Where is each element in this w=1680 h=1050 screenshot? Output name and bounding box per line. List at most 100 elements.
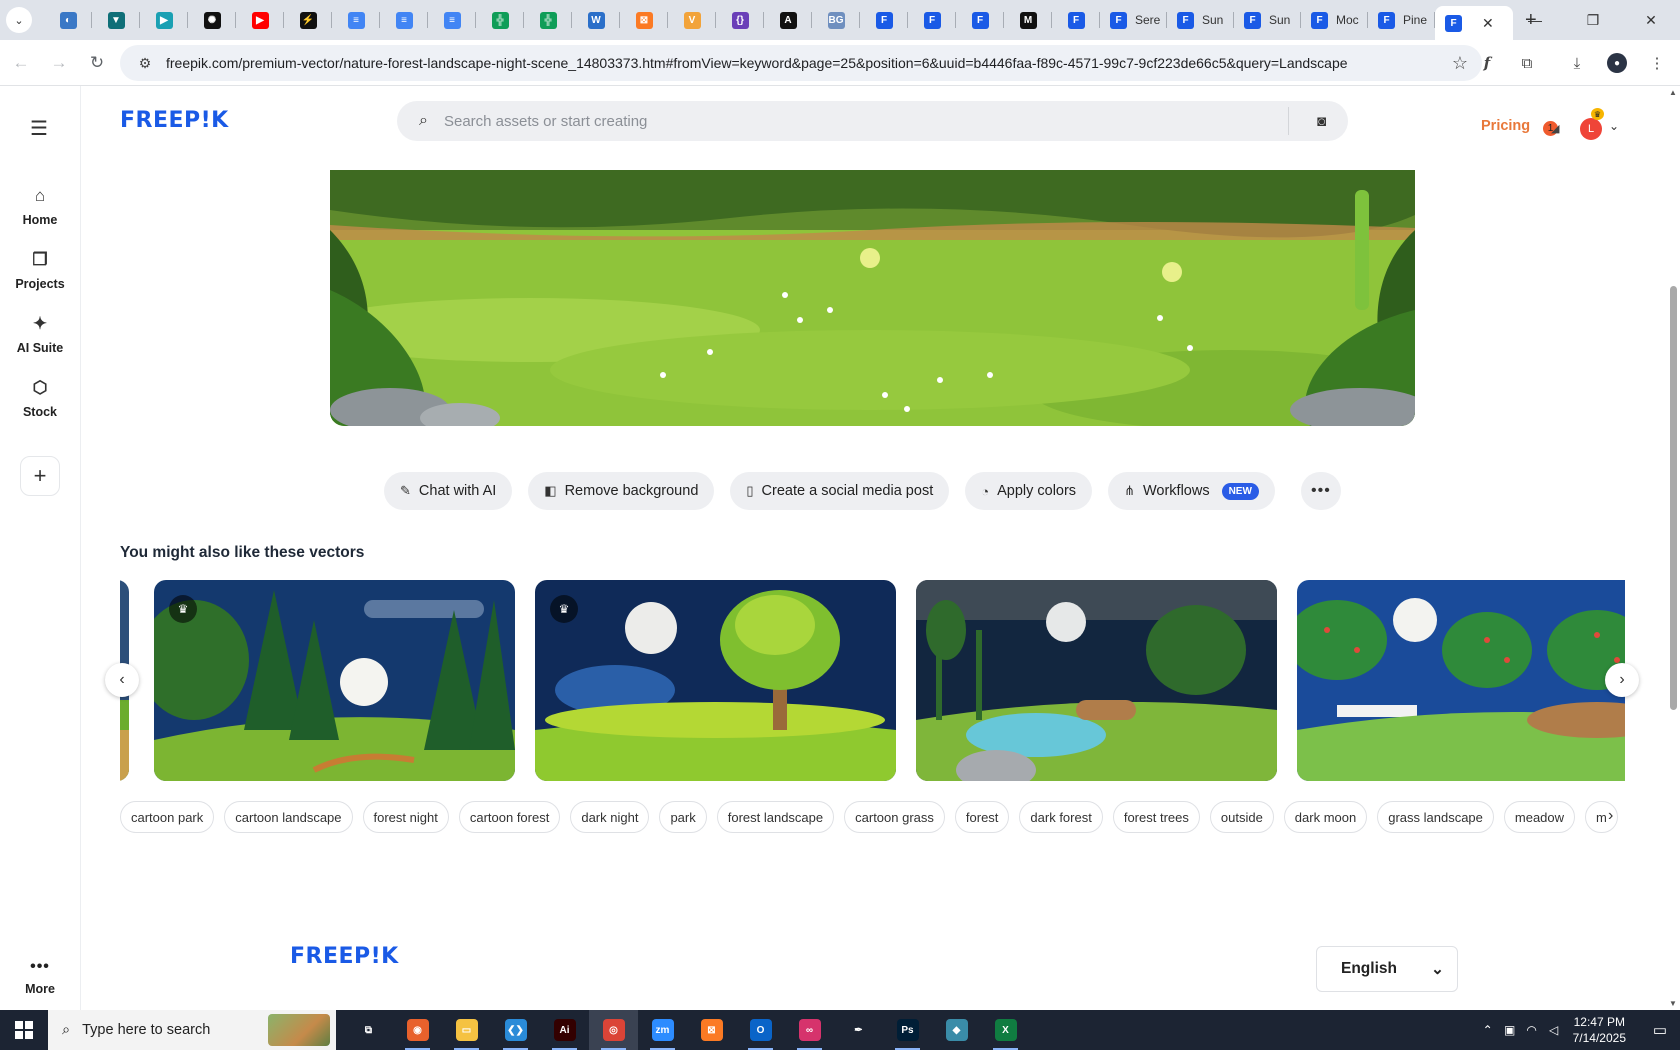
tag-chip[interactable]: grass landscape bbox=[1377, 801, 1494, 833]
pinned-tab[interactable]: M bbox=[1004, 0, 1052, 40]
taskbar-app[interactable]: X bbox=[981, 1010, 1030, 1050]
font-extension-icon[interactable]: f bbox=[1470, 46, 1504, 80]
hamburger-menu-icon[interactable]: ☰ bbox=[30, 116, 48, 141]
active-tab[interactable]: F ✕ bbox=[1435, 6, 1513, 40]
carousel-next-button[interactable]: › bbox=[1605, 663, 1639, 697]
notification-center-icon[interactable]: ▭ bbox=[1640, 1021, 1680, 1039]
browser-tab[interactable]: F Sere bbox=[1100, 0, 1167, 40]
wifi-icon[interactable]: ◠ bbox=[1521, 1023, 1543, 1037]
tab-search-button[interactable]: ⌄ bbox=[6, 7, 32, 33]
pinned-tab[interactable]: ▼ bbox=[92, 0, 140, 40]
apply-colors-button[interactable]: ◔ Apply colors bbox=[965, 472, 1093, 510]
pinned-tab[interactable]: ⊠ bbox=[620, 0, 668, 40]
taskbar-app[interactable]: ▭ bbox=[442, 1010, 491, 1050]
bookmark-star-icon[interactable]: ☆ bbox=[1452, 53, 1468, 74]
tag-chip[interactable]: dark forest bbox=[1019, 801, 1103, 833]
tag-chip[interactable]: outside bbox=[1209, 801, 1274, 833]
browser-tab[interactable]: F Pine bbox=[1368, 0, 1435, 40]
sidebar-item-projects[interactable]: ❐ Projects bbox=[0, 250, 80, 291]
forward-button[interactable]: → bbox=[42, 46, 76, 80]
pinned-tab[interactable]: F bbox=[956, 0, 1004, 40]
start-button[interactable] bbox=[0, 1010, 48, 1050]
browser-tab[interactable]: F Moc bbox=[1301, 0, 1368, 40]
related-card[interactable] bbox=[916, 580, 1277, 781]
taskbar-app[interactable]: zm bbox=[638, 1010, 687, 1050]
tag-chip[interactable]: forest landscape bbox=[716, 801, 835, 833]
pinned-tab[interactable]: ╬ bbox=[524, 0, 572, 40]
tag-chip[interactable]: cartoon forest bbox=[458, 801, 561, 833]
taskbar-app[interactable]: O bbox=[736, 1010, 785, 1050]
browser-tab[interactable]: F Sun bbox=[1167, 0, 1234, 40]
related-card[interactable]: ♛ bbox=[154, 580, 515, 781]
main-vector-image[interactable] bbox=[330, 170, 1415, 426]
tag-chip[interactable]: cartoon grass bbox=[844, 801, 945, 833]
tag-chip[interactable]: forest bbox=[954, 801, 1010, 833]
address-bar[interactable]: ⚙ freepik.com/premium-vector/nature-fore… bbox=[120, 45, 1482, 81]
browser-tab[interactable]: F Sun bbox=[1234, 0, 1301, 40]
bell-icon[interactable]: ◢ bbox=[1551, 122, 1559, 135]
language-select[interactable]: English ⌄ bbox=[1316, 946, 1458, 992]
url-text[interactable]: freepik.com/premium-vector/nature-forest… bbox=[166, 55, 1436, 71]
taskbar-app[interactable]: Ps bbox=[883, 1010, 932, 1050]
more-actions-button[interactable]: ••• bbox=[1300, 472, 1341, 510]
pinned-tab[interactable]: ≡ bbox=[428, 0, 476, 40]
tray-chevron-icon[interactable]: ⌃ bbox=[1477, 1023, 1499, 1037]
user-avatar[interactable]: L bbox=[1580, 118, 1602, 140]
minimize-button[interactable]: — bbox=[1506, 0, 1564, 40]
close-tab-icon[interactable]: ✕ bbox=[1482, 15, 1494, 32]
sidebar-item-stock[interactable]: ⬡ Stock bbox=[0, 378, 80, 419]
pinned-tab[interactable]: V bbox=[668, 0, 716, 40]
download-icon[interactable]: ⤓ bbox=[1560, 46, 1594, 80]
network-status-icon[interactable]: ▣ bbox=[1499, 1023, 1521, 1037]
tag-chip[interactable]: cartoon landscape bbox=[224, 801, 353, 833]
restore-button[interactable]: ❐ bbox=[1564, 0, 1622, 40]
sidebar-more[interactable]: ••• More bbox=[0, 958, 80, 996]
close-window-button[interactable]: ✕ bbox=[1622, 0, 1680, 40]
tag-chip[interactable]: park bbox=[659, 801, 707, 833]
chat-with-ai-button[interactable]: ✎ Chat with AI bbox=[384, 472, 513, 510]
taskbar-app[interactable]: ✒ bbox=[834, 1010, 883, 1050]
workflows-button[interactable]: ⋔ Workflows NEW bbox=[1108, 472, 1275, 510]
pinned-tab[interactable]: BG bbox=[812, 0, 860, 40]
footer-logo[interactable]: FREEP!K bbox=[290, 944, 399, 969]
pinned-tab[interactable]: {} bbox=[716, 0, 764, 40]
related-card[interactable]: ♛ bbox=[535, 580, 896, 781]
search-input[interactable] bbox=[443, 112, 1264, 130]
tag-chip[interactable]: forest trees bbox=[1112, 801, 1200, 833]
pinned-tab[interactable]: ▶ bbox=[236, 0, 284, 40]
pinned-tab[interactable]: ╬ bbox=[476, 0, 524, 40]
chevron-down-icon[interactable]: ⌄ bbox=[1609, 119, 1619, 133]
add-button[interactable]: + bbox=[20, 456, 60, 496]
sidebar-item-ai-suite[interactable]: ✦ AI Suite bbox=[0, 314, 80, 355]
taskbar-app[interactable]: ◆ bbox=[932, 1010, 981, 1050]
tag-chip[interactable]: dark moon bbox=[1283, 801, 1368, 833]
camera-icon[interactable]: ◙ bbox=[1317, 113, 1326, 130]
scroll-up-icon[interactable]: ▲ bbox=[1669, 88, 1677, 97]
extensions-icon[interactable]: ⧉ bbox=[1510, 46, 1544, 80]
tag-chip[interactable]: cartoon park bbox=[120, 801, 215, 833]
pricing-link[interactable]: Pricing bbox=[1481, 118, 1530, 134]
volume-icon[interactable]: ◁ bbox=[1543, 1023, 1565, 1037]
profile-avatar[interactable]: ● bbox=[1600, 46, 1634, 80]
tags-next-icon[interactable]: › bbox=[1608, 807, 1613, 825]
page-scrollbar[interactable]: ▲ ▼ bbox=[1667, 86, 1680, 1010]
taskbar-app[interactable]: ⧉ bbox=[344, 1010, 393, 1050]
pinned-tab[interactable]: ⚡ bbox=[284, 0, 332, 40]
taskbar-app[interactable]: ◉ bbox=[393, 1010, 442, 1050]
pinned-tab[interactable]: F bbox=[860, 0, 908, 40]
taskbar-app[interactable]: ◎ bbox=[589, 1010, 638, 1050]
pinned-tab[interactable]: ✺ bbox=[188, 0, 236, 40]
tag-chip[interactable]: dark night bbox=[570, 801, 650, 833]
scrollbar-thumb[interactable] bbox=[1670, 286, 1677, 710]
pinned-tab[interactable]: ≡ bbox=[380, 0, 428, 40]
scroll-down-icon[interactable]: ▼ bbox=[1669, 999, 1677, 1008]
pinned-tab[interactable]: W bbox=[572, 0, 620, 40]
tag-chip[interactable]: meadow bbox=[1503, 801, 1576, 833]
taskbar-search[interactable]: ⌕ Type here to search bbox=[48, 1010, 336, 1050]
taskbar-app[interactable]: Ai bbox=[540, 1010, 589, 1050]
taskbar-app[interactable]: ∞ bbox=[785, 1010, 834, 1050]
remove-background-button[interactable]: ◧ Remove background bbox=[528, 472, 715, 510]
site-info-icon[interactable]: ⚙ bbox=[130, 55, 160, 72]
pinned-tab[interactable]: F bbox=[1052, 0, 1100, 40]
freepik-logo[interactable]: FREEP!K bbox=[120, 108, 229, 133]
